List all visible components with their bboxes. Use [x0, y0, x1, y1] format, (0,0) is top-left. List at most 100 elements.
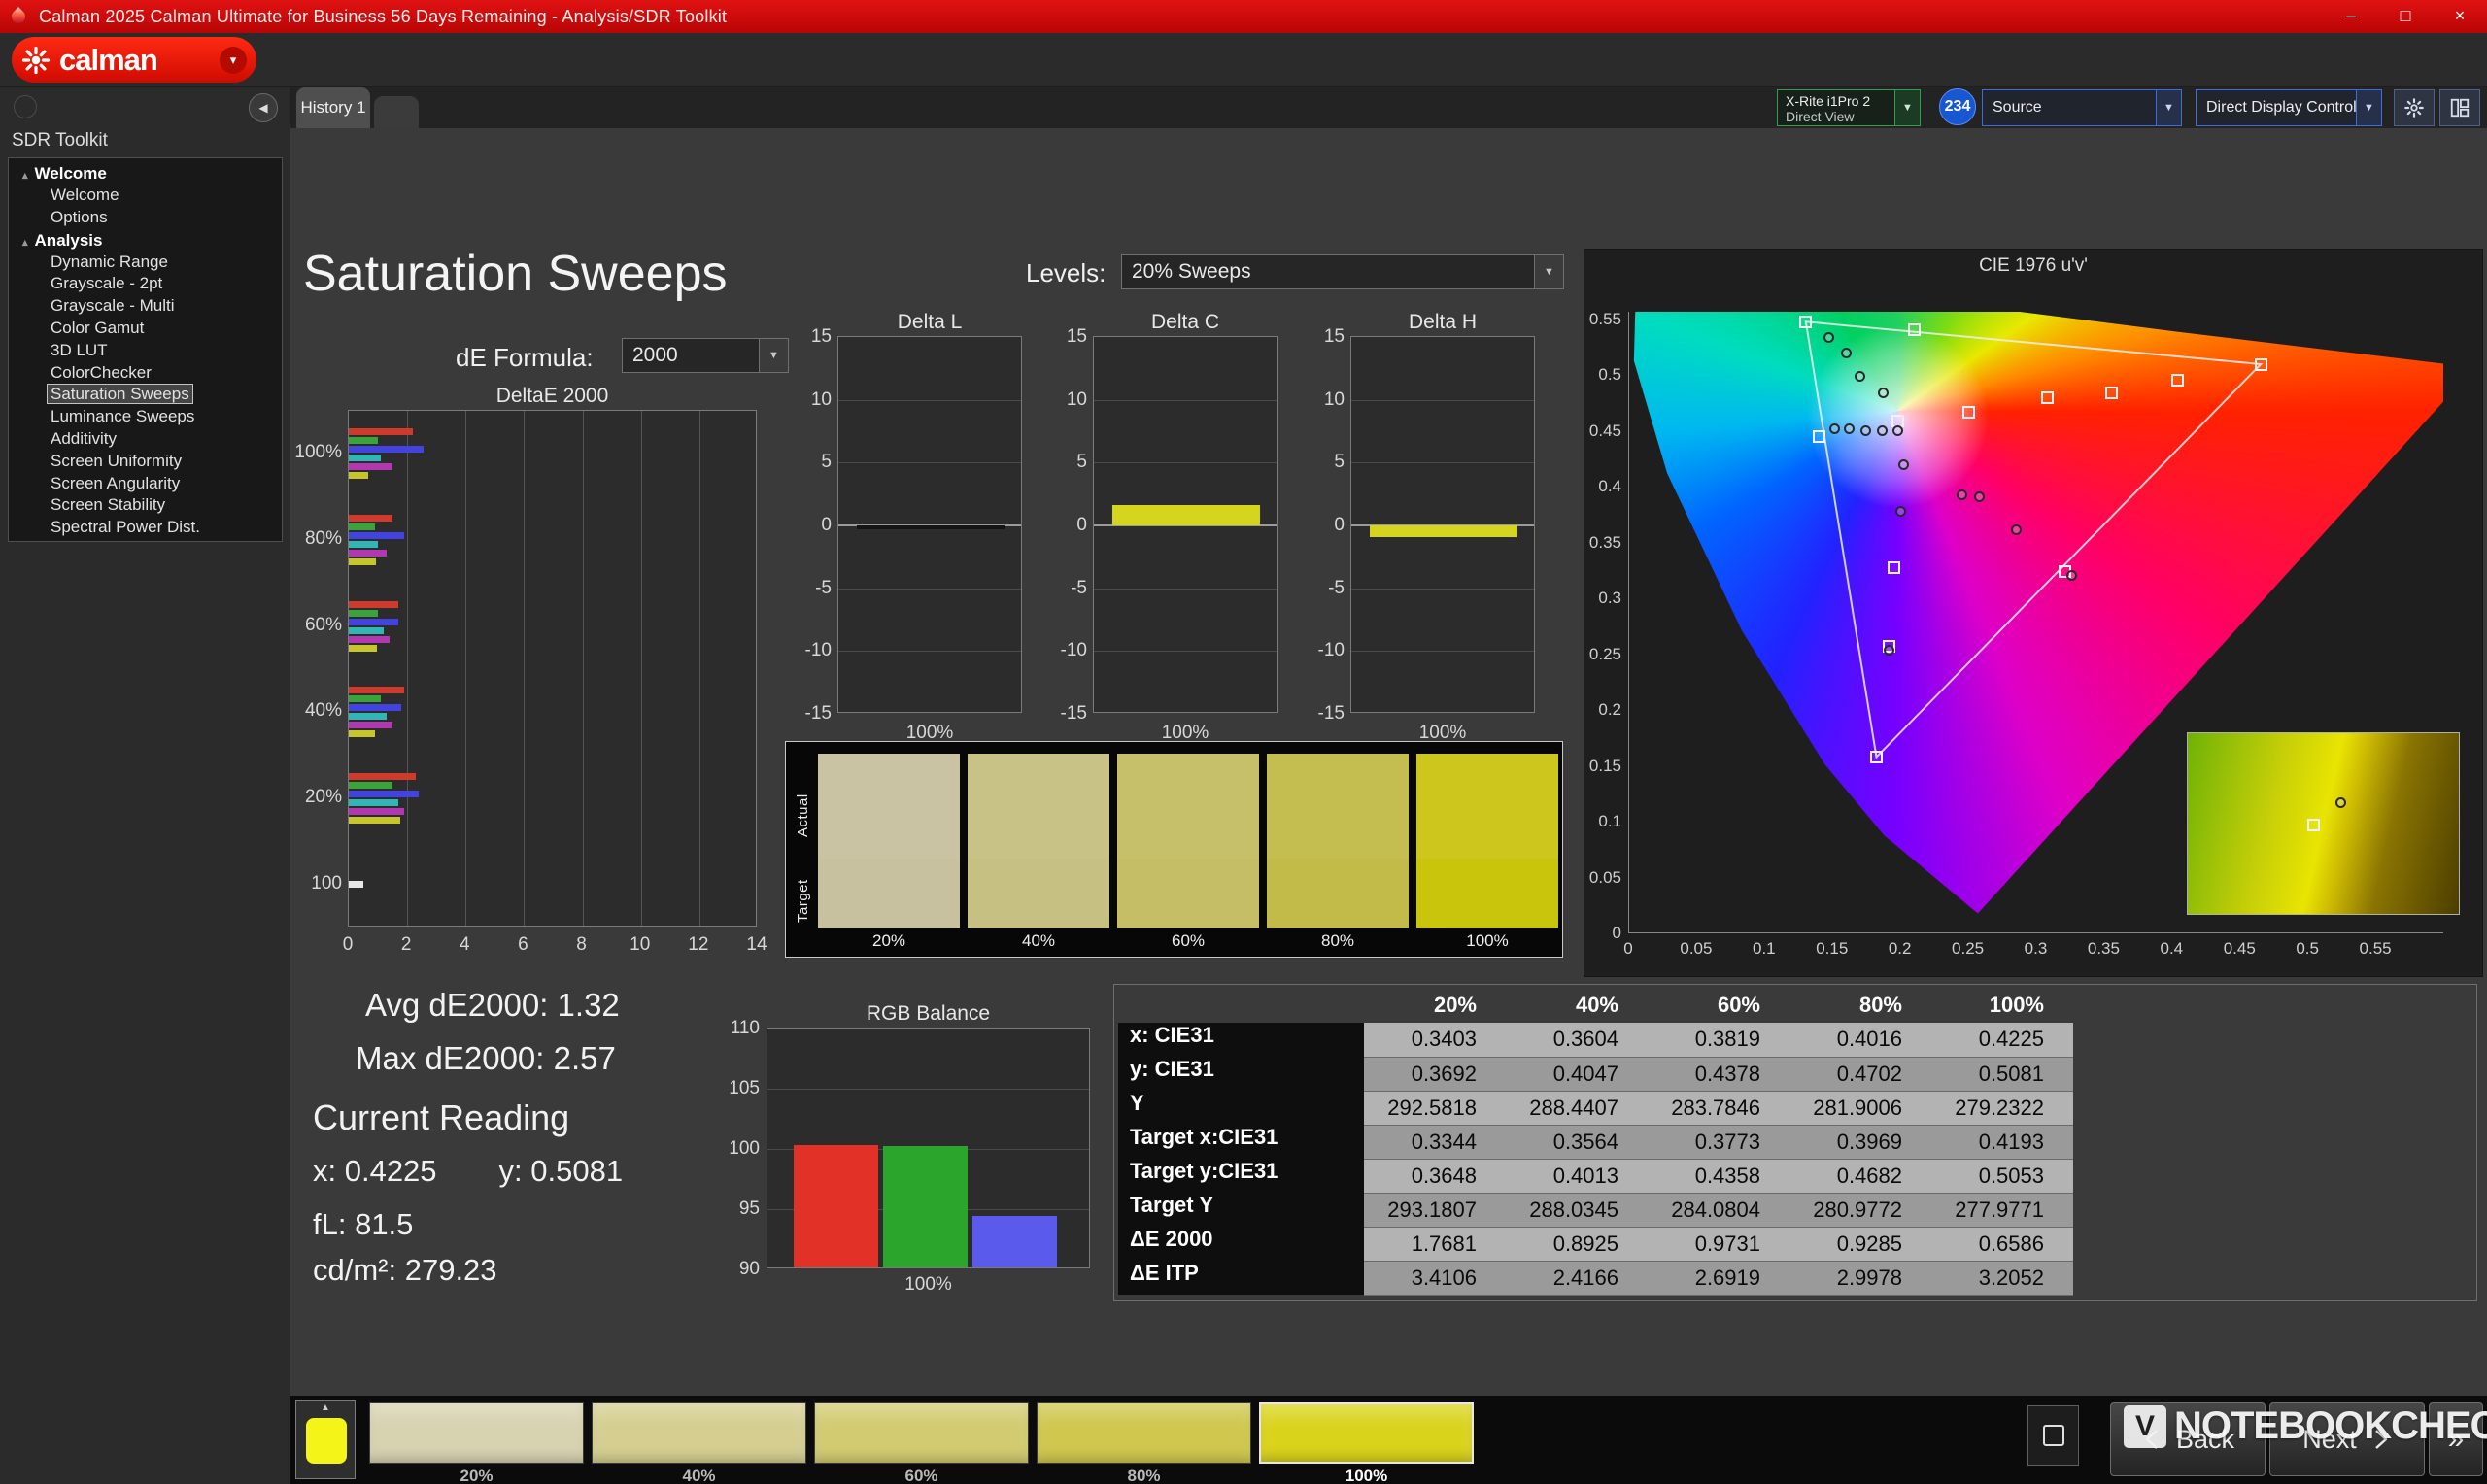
- maximize-button[interactable]: □: [2378, 0, 2433, 33]
- sidebar-item-options[interactable]: Options: [9, 207, 282, 229]
- layout-button[interactable]: [2439, 89, 2480, 126]
- patch-label: 40%: [682, 1467, 716, 1484]
- delta-l-chart: Delta L 100% 15 10 5 0 -5 -10 -15: [797, 307, 1030, 759]
- close-button[interactable]: ×: [2433, 0, 2487, 33]
- settings-button[interactable]: [2394, 89, 2435, 126]
- new-tab-button[interactable]: [374, 96, 419, 128]
- patch-window-button[interactable]: [2027, 1405, 2079, 1466]
- sweep-patch-60[interactable]: [814, 1402, 1029, 1464]
- axis-label: 0.55: [1588, 310, 1621, 329]
- chevron-down-icon[interactable]: ▼: [1534, 255, 1563, 288]
- gridline: [838, 588, 1021, 590]
- tab-history-1[interactable]: History 1: [296, 87, 370, 128]
- axis-label: 0.55: [2359, 939, 2392, 958]
- axis-label: 10: [810, 388, 832, 410]
- source-dropdown[interactable]: Source ▼: [1982, 89, 2182, 126]
- gridline: [582, 411, 584, 926]
- rgb-bar-red: [794, 1144, 878, 1267]
- deltae-bar: [349, 791, 420, 797]
- cie-measured-marker: [1957, 489, 1968, 500]
- sidebar-item-colorchecker[interactable]: ColorChecker: [9, 362, 282, 385]
- deltae-bar: [349, 722, 393, 729]
- patch-label: 100%: [1345, 1467, 1388, 1484]
- swatch-label: 40%: [1021, 931, 1056, 950]
- chevron-down-icon[interactable]: ▼: [1894, 90, 1920, 125]
- more-nav-button[interactable]: »: [2429, 1402, 2483, 1476]
- calman-logo[interactable]: calman ▾: [12, 37, 256, 83]
- tree-expand-icon[interactable]: ▴: [22, 237, 28, 249]
- axis-label: 0.5: [2296, 939, 2319, 958]
- chart-title: Delta L: [897, 311, 963, 333]
- table-cell: 0.3969: [1789, 1125, 1931, 1160]
- table-cell: 0.3564: [1506, 1125, 1648, 1160]
- sweep-patch-100[interactable]: [1259, 1402, 1474, 1464]
- axis-label: 0.45: [1588, 421, 1621, 440]
- table-row: Target Y 293.1807 288.0345 284.0804 280.9772…: [1118, 1193, 2073, 1228]
- sidebar-item-grayscale-2pt[interactable]: Grayscale - 2pt: [9, 273, 282, 295]
- tree-section-analysis[interactable]: ▴ Analysis: [9, 229, 282, 252]
- sidebar-item-spectral-power-dist[interactable]: Spectral Power Dist.: [9, 517, 282, 539]
- collapse-sidebar-button[interactable]: ◀: [249, 93, 278, 122]
- table-cell: 277.9771: [1931, 1193, 2073, 1228]
- table-cell: 3.2052: [1931, 1261, 2073, 1296]
- sidebar-item-dynamic-range[interactable]: Dynamic Range: [9, 252, 282, 274]
- workflow-menu-icon[interactable]: [14, 95, 37, 118]
- sweep-patch-40[interactable]: [592, 1402, 806, 1464]
- table-row: y: CIE31 0.3692 0.4047 0.4378 0.4702 0.5081: [1118, 1057, 2073, 1092]
- deltae-bar: [349, 773, 417, 780]
- deltae-bar: [349, 730, 375, 738]
- sidebar-item-screen-angularity[interactable]: Screen Angularity: [9, 473, 282, 495]
- axis-label: 80%: [304, 528, 342, 549]
- sweep-patch-80[interactable]: [1037, 1402, 1251, 1464]
- axis-label: 15: [1323, 326, 1345, 347]
- display-control-dropdown[interactable]: Direct Display Control ▼: [2196, 89, 2382, 126]
- chevron-down-icon[interactable]: ▼: [2156, 90, 2181, 125]
- tab-strip: History 1 X-Rite i1Pro 2 Direct View ▼ 2…: [290, 87, 2487, 128]
- sidebar-item-saturation-sweeps[interactable]: Saturation Sweeps: [9, 384, 282, 406]
- sidebar-item-luminance-sweeps[interactable]: Luminance Sweeps: [9, 406, 282, 428]
- de-formula-dropdown[interactable]: 2000 ▼: [622, 338, 789, 373]
- row-label: ΔE 2000: [1118, 1227, 1364, 1261]
- sidebar-item-color-gamut[interactable]: Color Gamut: [9, 318, 282, 340]
- table-cell: 0.6586: [1931, 1227, 2073, 1262]
- delta-bar: [857, 525, 1005, 529]
- de-formula-value: 2000: [632, 344, 678, 366]
- table-cell: 0.4047: [1506, 1057, 1648, 1092]
- tree-section-welcome[interactable]: ▴ Welcome: [9, 162, 282, 185]
- deltae-bar: [349, 532, 405, 539]
- sidebar-item-grayscale-multi[interactable]: Grayscale - Multi: [9, 295, 282, 318]
- sidebar-item-welcome[interactable]: Welcome: [9, 185, 282, 207]
- back-button[interactable]: Back: [2110, 1402, 2266, 1476]
- logo-dropdown-icon[interactable]: ▾: [220, 46, 247, 74]
- sidebar-item-screen-stability[interactable]: Screen Stability: [9, 494, 282, 517]
- axis-label: -10: [804, 640, 832, 661]
- levels-dropdown[interactable]: 20% Sweeps ▼: [1121, 254, 1564, 289]
- actual-swatch: [818, 754, 960, 859]
- measurement-table-region: 20% 40% 60% 80% 100% x: CIE31 0.3403 0.3604 0.38…: [1113, 984, 2477, 1301]
- current-patch-window[interactable]: ▲: [295, 1400, 356, 1479]
- max-de2000-value: Max dE2000: 2.57: [356, 1040, 616, 1076]
- table-cell: 0.3648: [1364, 1159, 1506, 1194]
- deltae-bar: [349, 881, 364, 889]
- row-label: Target x:CIE31: [1118, 1125, 1364, 1159]
- sweep-patch-20[interactable]: [369, 1402, 584, 1464]
- chevron-down-icon[interactable]: ▼: [2356, 90, 2381, 125]
- table-cell: 0.5081: [1931, 1057, 2073, 1092]
- cie-measured-marker: [1883, 644, 1894, 656]
- table-row: ΔE 2000 1.7681 0.8925 0.9731 0.9285 0.6586: [1118, 1227, 2073, 1262]
- sidebar-item-additivity[interactable]: Additivity: [9, 428, 282, 451]
- axis-label: 15: [810, 326, 832, 347]
- chevron-down-icon[interactable]: ▼: [759, 339, 788, 372]
- rgb-bar-green: [883, 1145, 968, 1267]
- axis-label: -5: [815, 577, 832, 598]
- gridline: [407, 411, 409, 926]
- meter-label: X-Rite i1Pro 2 Direct View: [1786, 93, 1871, 124]
- sidebar-item-3d-lut[interactable]: 3D LUT: [9, 340, 282, 362]
- swatch-column: [1416, 754, 1558, 928]
- sidebar-item-screen-uniformity[interactable]: Screen Uniformity: [9, 451, 282, 473]
- minimize-button[interactable]: –: [2324, 0, 2378, 33]
- deltae-bar: [349, 558, 376, 565]
- tree-expand-icon[interactable]: ▴: [22, 170, 28, 182]
- next-button[interactable]: Next: [2269, 1402, 2425, 1476]
- meter-dropdown[interactable]: X-Rite i1Pro 2 Direct View ▼: [1777, 89, 1921, 126]
